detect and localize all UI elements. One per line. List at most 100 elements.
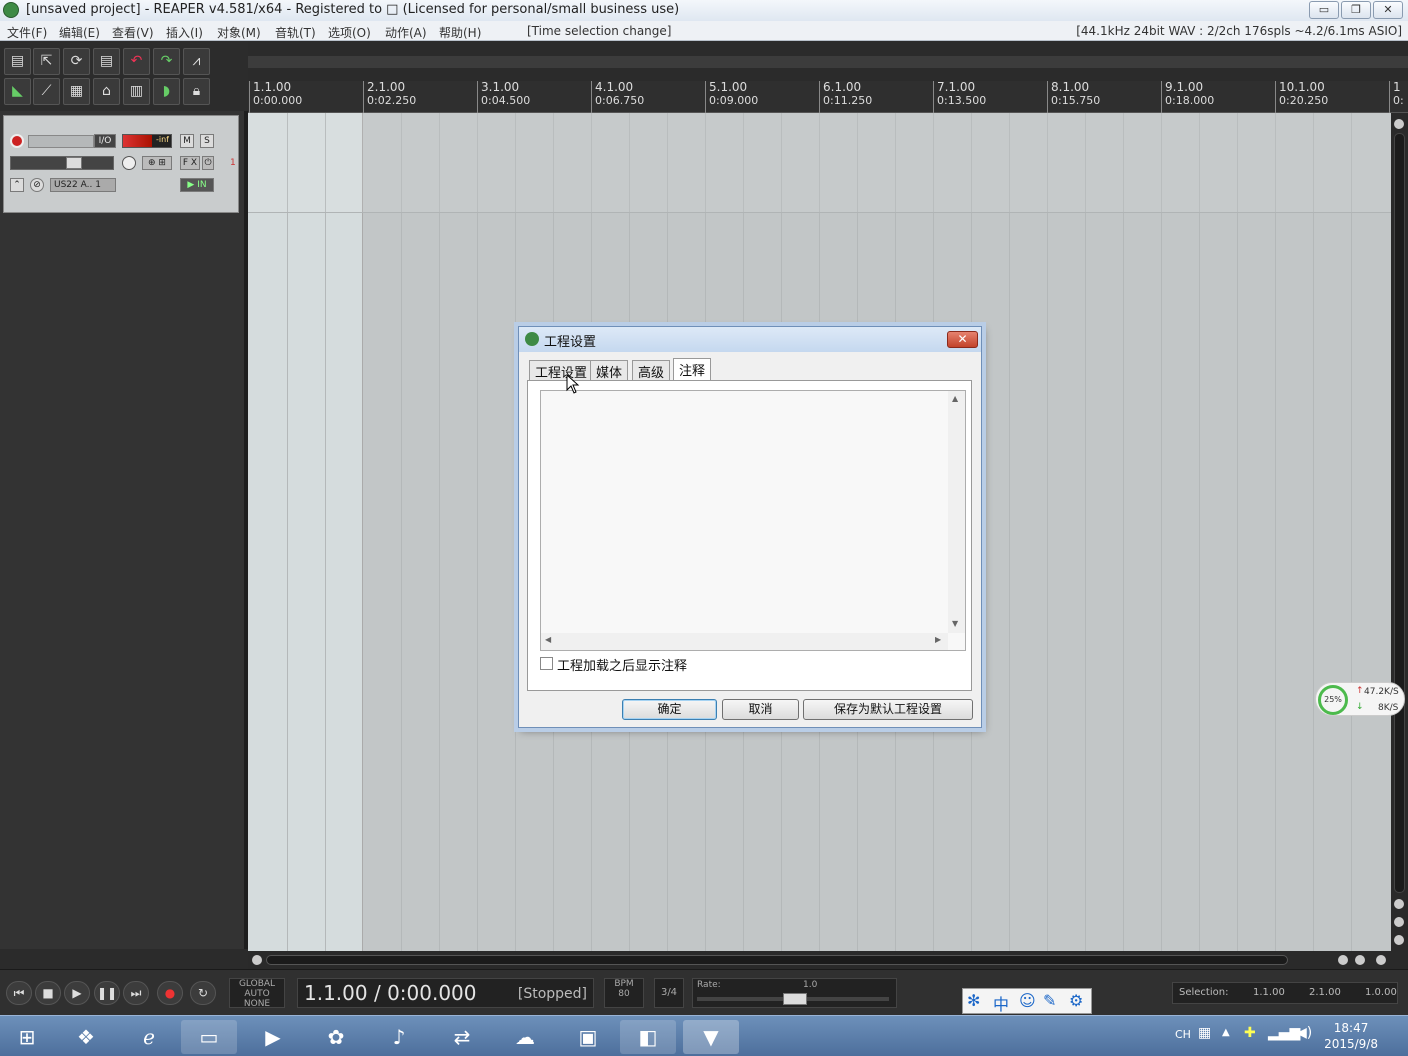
playrate-control[interactable]: Rate: 1.0 bbox=[692, 978, 897, 1008]
vertical-scroll-thumb[interactable] bbox=[1394, 133, 1405, 893]
sync-app-icon[interactable]: ⇄ bbox=[434, 1020, 490, 1054]
input-monitor-icon[interactable]: ⊘ bbox=[30, 178, 44, 192]
show-notes-label[interactable]: 工程加载之后显示注释 bbox=[557, 655, 687, 674]
menu-insert[interactable]: 插入(I) bbox=[166, 24, 203, 41]
metronome-icon[interactable]: ⩘ bbox=[183, 48, 210, 75]
timeline-ruler[interactable]: 1.1.00 0:00.000 2.1.00 0:02.250 3.1.00 0:04… bbox=[248, 81, 1408, 113]
internet-explorer-icon[interactable]: ℯ bbox=[121, 1020, 177, 1054]
tab-notes[interactable]: 注释 bbox=[673, 358, 712, 381]
time-selection[interactable] bbox=[248, 113, 363, 951]
track-1-panel[interactable]: I/O -inf M S ⊕ ⊞ F X ⏻ 1 ⌃ ⊘ US22 A.. 1 … bbox=[3, 115, 239, 213]
ime-settings-icon[interactable]: ⚙ bbox=[1069, 991, 1083, 1010]
scroll-down-icon[interactable] bbox=[1394, 899, 1404, 909]
pause-icon[interactable]: ❚❚ bbox=[94, 981, 120, 1005]
menu-options[interactable]: 选项(O) bbox=[328, 24, 371, 41]
bpm-display[interactable]: BPM 80 bbox=[604, 978, 644, 1008]
repeat-icon[interactable]: ↻ bbox=[190, 981, 216, 1005]
track-name-field[interactable] bbox=[28, 135, 94, 148]
scroll-left-icon[interactable] bbox=[252, 955, 262, 965]
save-as-default-button[interactable]: 保存为默认工程设置 bbox=[803, 699, 973, 720]
audio-device-info[interactable]: [44.1kHz 24bit WAV : 2/2ch 176spls ~4.2/… bbox=[1076, 24, 1402, 38]
envelope-link-icon[interactable]: ⌂ bbox=[93, 78, 120, 105]
new-project-icon[interactable]: ▤ bbox=[4, 48, 31, 75]
scroll-left-icon[interactable]: ◀ bbox=[545, 635, 551, 644]
cloud-app-icon[interactable]: ☁ bbox=[497, 1020, 553, 1054]
vertical-scrollbar[interactable] bbox=[1391, 113, 1408, 951]
maximize-button[interactable]: ❐ bbox=[1341, 1, 1371, 19]
selection-length[interactable]: 1.0.00 bbox=[1365, 983, 1397, 1003]
project-settings-icon[interactable]: ▤ bbox=[93, 48, 120, 75]
menu-edit[interactable]: 编辑(E) bbox=[59, 24, 100, 41]
time-display[interactable]: 1.1.00 / 0:00.000 [Stopped] bbox=[297, 978, 594, 1008]
scroll-up-icon[interactable] bbox=[1394, 119, 1404, 129]
envelope-icon[interactable]: ⌃ bbox=[10, 178, 24, 192]
selection-start[interactable]: 1.1.00 bbox=[1253, 983, 1285, 1003]
zoom-out-vertical-icon[interactable] bbox=[1394, 935, 1404, 945]
volume-icon[interactable]: ◀) bbox=[1296, 1025, 1312, 1041]
record-icon[interactable]: ● bbox=[157, 981, 183, 1005]
video-app-icon[interactable]: ▣ bbox=[560, 1020, 616, 1054]
show-notes-checkbox[interactable] bbox=[540, 657, 553, 670]
save-project-icon[interactable]: ⟳ bbox=[63, 48, 90, 75]
start-button-icon[interactable]: ⊞ bbox=[0, 1020, 54, 1054]
paw-icon[interactable]: ✻ bbox=[967, 991, 980, 1010]
snap-grid-icon[interactable]: ▥ bbox=[123, 78, 150, 105]
pan-knob-icon[interactable] bbox=[122, 156, 136, 170]
zoom-in-vertical-icon[interactable] bbox=[1394, 917, 1404, 927]
volume-slider-handle[interactable] bbox=[66, 157, 82, 169]
redo-icon[interactable]: ↷ bbox=[153, 48, 180, 75]
music-app-icon[interactable]: ♪ bbox=[371, 1020, 427, 1054]
global-auto-button[interactable]: GLOBAL AUTO NONE bbox=[229, 978, 285, 1009]
selection-end[interactable]: 2.1.00 bbox=[1309, 983, 1341, 1003]
ripple-edit-icon[interactable]: ⟋ bbox=[33, 78, 60, 105]
input-language[interactable]: CH bbox=[1175, 1028, 1191, 1041]
fx-bypass-icon[interactable]: ⏻ bbox=[202, 156, 214, 170]
open-project-icon[interactable]: ⇱ bbox=[33, 48, 60, 75]
lock-icon[interactable]: 🔒︎ bbox=[183, 78, 210, 105]
phase-button[interactable]: ⊕ ⊞ bbox=[142, 156, 172, 170]
tray-expand-icon[interactable]: ▲ bbox=[1222, 1027, 1230, 1038]
record-arm-icon[interactable] bbox=[10, 134, 24, 148]
menu-item[interactable]: 对象(M) bbox=[217, 24, 261, 41]
tray-security-icon[interactable]: ✚ bbox=[1244, 1025, 1256, 1041]
record-monitor-toggle[interactable]: ▶ IN bbox=[180, 178, 214, 192]
taskbar-app-icon[interactable]: ❖ bbox=[58, 1020, 114, 1054]
cloud-drive-icon[interactable]: ✿ bbox=[308, 1020, 364, 1054]
volume-slider[interactable] bbox=[10, 156, 114, 170]
grid-toggle-icon[interactable]: ◣ bbox=[4, 78, 31, 105]
fx-button[interactable]: F X bbox=[180, 156, 200, 170]
emoji-icon[interactable]: ☺ bbox=[1019, 991, 1036, 1010]
solo-button[interactable]: S bbox=[200, 134, 214, 148]
go-to-start-icon[interactable]: ⏮ bbox=[6, 981, 32, 1005]
system-clock[interactable]: 18:47 2015/9/8 bbox=[1324, 1020, 1378, 1052]
tab-advanced[interactable]: 高级 bbox=[632, 360, 671, 381]
item-grouping-icon[interactable]: ▦ bbox=[63, 78, 90, 105]
rate-slider-handle[interactable] bbox=[783, 993, 807, 1005]
menu-view[interactable]: 查看(V) bbox=[112, 24, 154, 41]
handwrite-icon[interactable]: ✎ bbox=[1043, 991, 1056, 1010]
ime-language[interactable]: 中 bbox=[993, 991, 1009, 1015]
time-signature[interactable]: 3/4 bbox=[654, 978, 684, 1008]
tray-app-icon[interactable]: ▦ bbox=[1198, 1025, 1211, 1041]
menu-actions[interactable]: 动作(A) bbox=[385, 24, 427, 41]
io-button[interactable]: I/O bbox=[94, 134, 116, 148]
go-to-end-icon[interactable]: ⏭ bbox=[123, 981, 149, 1005]
tab-project-settings[interactable]: 工程设置 bbox=[529, 360, 594, 381]
scroll-right-icon[interactable]: ▶ bbox=[935, 635, 941, 644]
zoom-out-horizontal-icon[interactable] bbox=[1376, 955, 1386, 965]
zoom-in-horizontal-icon[interactable] bbox=[1355, 955, 1365, 965]
undo-icon[interactable]: ↶ bbox=[123, 48, 150, 75]
tab-media[interactable]: 媒体 bbox=[590, 360, 629, 381]
horizontal-scrollbar[interactable] bbox=[248, 951, 1408, 969]
file-explorer-icon[interactable]: ▭ bbox=[181, 1020, 237, 1054]
menu-track[interactable]: 音轨(T) bbox=[275, 24, 316, 41]
play-icon[interactable]: ▶ bbox=[64, 981, 90, 1005]
ok-button[interactable]: 确定 bbox=[622, 699, 717, 720]
track-1-lane[interactable] bbox=[248, 113, 1391, 213]
horizontal-scroll-thumb[interactable] bbox=[266, 955, 1288, 965]
input-select[interactable]: US22 A.. 1 bbox=[50, 178, 116, 192]
notes-horizontal-scrollbar[interactable]: ◀ ▶ bbox=[541, 633, 948, 650]
cancel-button[interactable]: 取消 bbox=[722, 699, 799, 720]
close-button[interactable]: ✕ bbox=[1373, 1, 1403, 19]
scroll-down-icon[interactable]: ▼ bbox=[952, 619, 958, 628]
